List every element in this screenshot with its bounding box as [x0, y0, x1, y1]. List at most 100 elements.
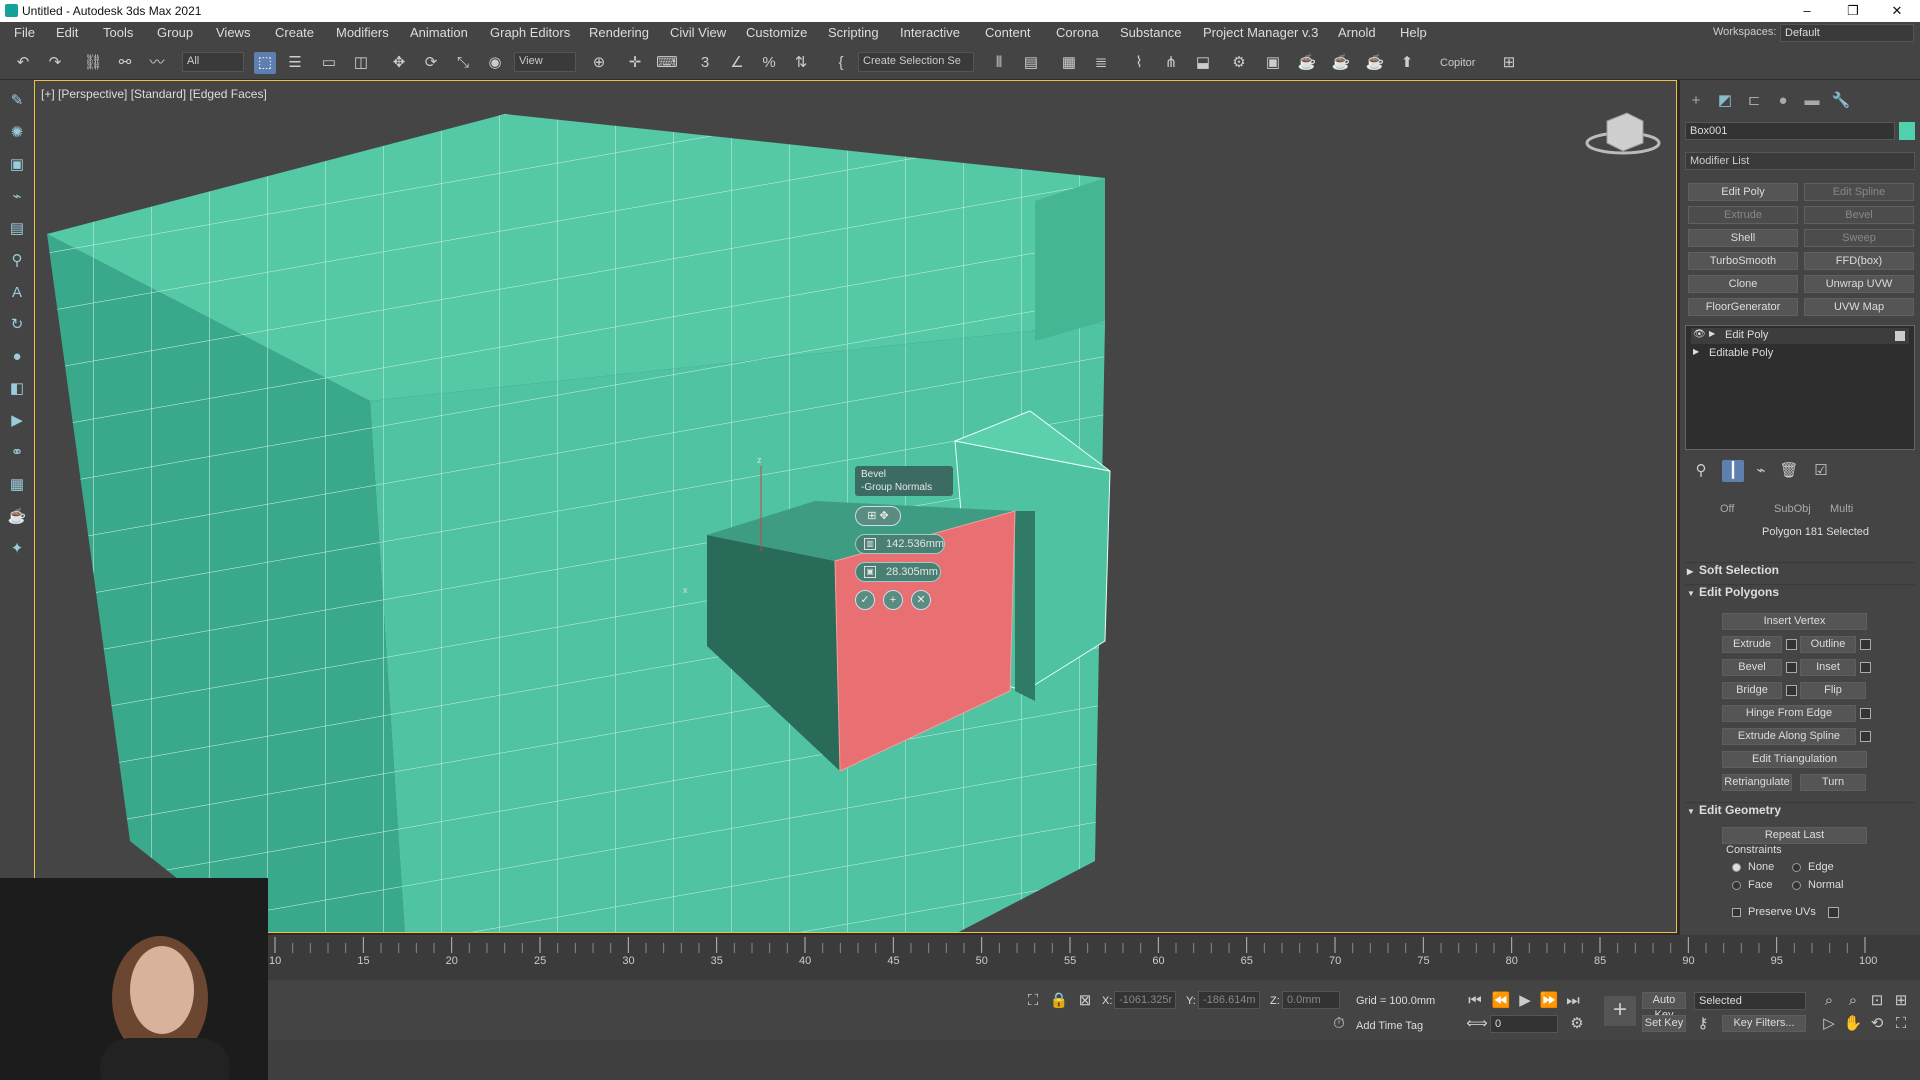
configure-sets-icon[interactable]: ☑: [1810, 460, 1832, 482]
curve-editor-icon[interactable]: ⌇: [1128, 52, 1150, 74]
key-icon[interactable]: ⚷: [1692, 1013, 1714, 1035]
spinner-snap-icon[interactable]: ⇅: [790, 52, 812, 74]
zoom-extents-all-icon[interactable]: ⊞: [1890, 990, 1912, 1012]
retriangulate-button[interactable]: Retriangulate: [1722, 774, 1792, 791]
timeline[interactable]: 10 15 20 25 30 35 40 45 50 55 60 65 70 75 80 85 90 95 100: [0, 935, 1920, 980]
preserve-uvs-checkbox[interactable]: [1732, 908, 1741, 917]
edit-polygons-rollout[interactable]: ▼ Edit Polygons: [1685, 584, 1915, 602]
make-unique-icon[interactable]: ⌁: [1750, 460, 1772, 482]
extrude-along-spline-button[interactable]: Extrude Along Spline: [1722, 728, 1856, 745]
orbit-tool-icon[interactable]: ↻: [6, 314, 28, 336]
mod-ffd-box-button[interactable]: FFD(box): [1804, 252, 1914, 270]
align-icon[interactable]: ▤: [1020, 52, 1042, 74]
schematic-view-icon[interactable]: ⋔: [1160, 52, 1182, 74]
minimize-button[interactable]: –: [1784, 0, 1830, 22]
lock-selection-icon[interactable]: 🔒: [1048, 990, 1070, 1012]
stack-toggle-icon[interactable]: [1895, 331, 1905, 341]
perspective-viewport[interactable]: [+] [Perspective] [Standard] [Edged Face…: [34, 80, 1677, 933]
layer-explorer-icon[interactable]: ≣: [1090, 52, 1112, 74]
create-tool-icon[interactable]: ✎: [6, 90, 28, 112]
scene-explorer-icon[interactable]: ▦: [1058, 52, 1080, 74]
menu-customize[interactable]: Customize: [746, 25, 807, 40]
selected-dropdown[interactable]: Selected: [1694, 992, 1806, 1010]
zoom-all-icon[interactable]: ⌕: [1842, 990, 1864, 1012]
unlink-icon[interactable]: ⚯: [114, 52, 136, 74]
menu-animation[interactable]: Animation: [410, 25, 468, 40]
render-cloud-icon[interactable]: ⬆: [1396, 52, 1418, 74]
add-time-tag[interactable]: Add Time Tag: [1356, 1020, 1423, 1032]
y-coordinate-field[interactable]: -186.614m: [1198, 991, 1260, 1009]
z-coordinate-field[interactable]: 0.0mm: [1282, 991, 1340, 1009]
bridge-settings-icon[interactable]: [1786, 685, 1797, 696]
edit-triangulation-button[interactable]: Edit Triangulation: [1722, 751, 1867, 768]
mod-turbosmooth-button[interactable]: TurboSmooth: [1688, 252, 1798, 270]
undo-icon[interactable]: ↶: [12, 52, 34, 74]
caddy-apply-button[interactable]: +: [883, 590, 903, 610]
outline-settings-icon[interactable]: [1860, 639, 1871, 650]
bevel-settings-icon[interactable]: [1786, 662, 1797, 673]
keyboard-shortcut-icon[interactable]: ⌨: [656, 52, 678, 74]
hierarchy-tab-icon[interactable]: ⊏: [1743, 90, 1765, 112]
edit-geometry-rollout[interactable]: ▼ Edit Geometry: [1685, 802, 1915, 820]
text-tool-icon[interactable]: A: [6, 282, 28, 304]
link-icon[interactable]: ⛓: [82, 52, 104, 74]
render-production-icon[interactable]: ☕: [1296, 52, 1318, 74]
remove-modifier-icon[interactable]: 🗑: [1778, 460, 1800, 482]
bind-spacewarp-icon[interactable]: 〰: [146, 52, 168, 74]
menu-content[interactable]: Content: [985, 25, 1031, 40]
named-selection-dropdown[interactable]: Create Selection Se: [858, 52, 974, 72]
teapot-tool-icon[interactable]: ☕: [6, 506, 28, 528]
stack-item-edit-poly[interactable]: 👁 ▶ Edit Poly: [1691, 328, 1909, 344]
create-tab-icon[interactable]: +: [1685, 90, 1707, 112]
goto-end-icon[interactable]: ⏭: [1562, 990, 1584, 1012]
pin-tool-icon[interactable]: ⚲: [6, 250, 28, 272]
mod-edit-poly-button[interactable]: Edit Poly: [1688, 183, 1798, 201]
mod-uvw-map-button[interactable]: UVW Map: [1804, 298, 1914, 316]
menu-substance[interactable]: Substance: [1120, 25, 1181, 40]
menu-civil-view[interactable]: Civil View: [670, 25, 726, 40]
next-frame-icon[interactable]: ⏩: [1538, 990, 1560, 1012]
copitor-label[interactable]: Copitor: [1440, 57, 1475, 69]
menu-interactive[interactable]: Interactive: [900, 25, 960, 40]
menu-create[interactable]: Create: [275, 25, 314, 40]
mod-unwrap-uvw-button[interactable]: Unwrap UVW: [1804, 275, 1914, 293]
render-activeshade-icon[interactable]: ☕: [1364, 52, 1386, 74]
eye-icon[interactable]: 👁: [1693, 329, 1706, 340]
selection-filter-dropdown[interactable]: All: [182, 52, 244, 72]
zoom-icon[interactable]: ⌕: [1818, 990, 1840, 1012]
inset-button[interactable]: Inset: [1800, 659, 1856, 676]
mod-sweep-button[interactable]: Sweep: [1804, 229, 1914, 247]
absolute-mode-icon[interactable]: ⊠: [1074, 990, 1096, 1012]
insert-vertex-button[interactable]: Insert Vertex: [1722, 613, 1867, 630]
bevel-button[interactable]: Bevel: [1722, 659, 1782, 676]
outline-button[interactable]: Outline: [1800, 636, 1856, 653]
angle-snap-icon[interactable]: ∠: [726, 52, 748, 74]
object-color-swatch[interactable]: [1899, 122, 1915, 140]
sphere-tool-icon[interactable]: ●: [6, 346, 28, 368]
play-icon[interactable]: ▶: [1514, 990, 1536, 1012]
caddy-height-field[interactable]: ▥ 142.536mm: [855, 534, 945, 554]
auto-key-button[interactable]: Auto Key: [1642, 992, 1686, 1021]
pivot-center-icon[interactable]: ⊕: [588, 52, 610, 74]
caddy-mode-toggle[interactable]: ⊞ ✥: [855, 506, 901, 526]
placement-icon[interactable]: ◉: [484, 52, 506, 74]
scale-icon[interactable]: ⤡: [452, 52, 474, 74]
mod-shell-button[interactable]: Shell: [1688, 229, 1798, 247]
select-object-icon[interactable]: ⬚: [254, 52, 276, 74]
current-frame-field[interactable]: 0: [1490, 1015, 1558, 1033]
preserve-uvs-settings-icon[interactable]: [1828, 907, 1839, 918]
caddy-cancel-button[interactable]: ✕: [911, 590, 931, 610]
expand-arrow-icon[interactable]: ▶: [1709, 329, 1715, 338]
turn-button[interactable]: Turn: [1800, 774, 1866, 791]
edit-named-selection-icon[interactable]: {: [830, 52, 852, 74]
menu-graph-editors[interactable]: Graph Editors: [490, 25, 570, 40]
render-iterative-icon[interactable]: ☕: [1330, 52, 1352, 74]
modifier-list-dropdown[interactable]: Modifier List: [1685, 152, 1915, 170]
mod-edit-spline-button[interactable]: Edit Spline: [1804, 183, 1914, 201]
play-tool-icon[interactable]: ▶: [6, 410, 28, 432]
menu-edit[interactable]: Edit: [56, 25, 78, 40]
maximize-viewport-icon[interactable]: ⛶: [1890, 1013, 1912, 1035]
extrude-spline-settings-icon[interactable]: [1860, 731, 1871, 742]
subobj-subobj[interactable]: SubObj: [1774, 503, 1811, 515]
menu-corona[interactable]: Corona: [1056, 25, 1099, 40]
